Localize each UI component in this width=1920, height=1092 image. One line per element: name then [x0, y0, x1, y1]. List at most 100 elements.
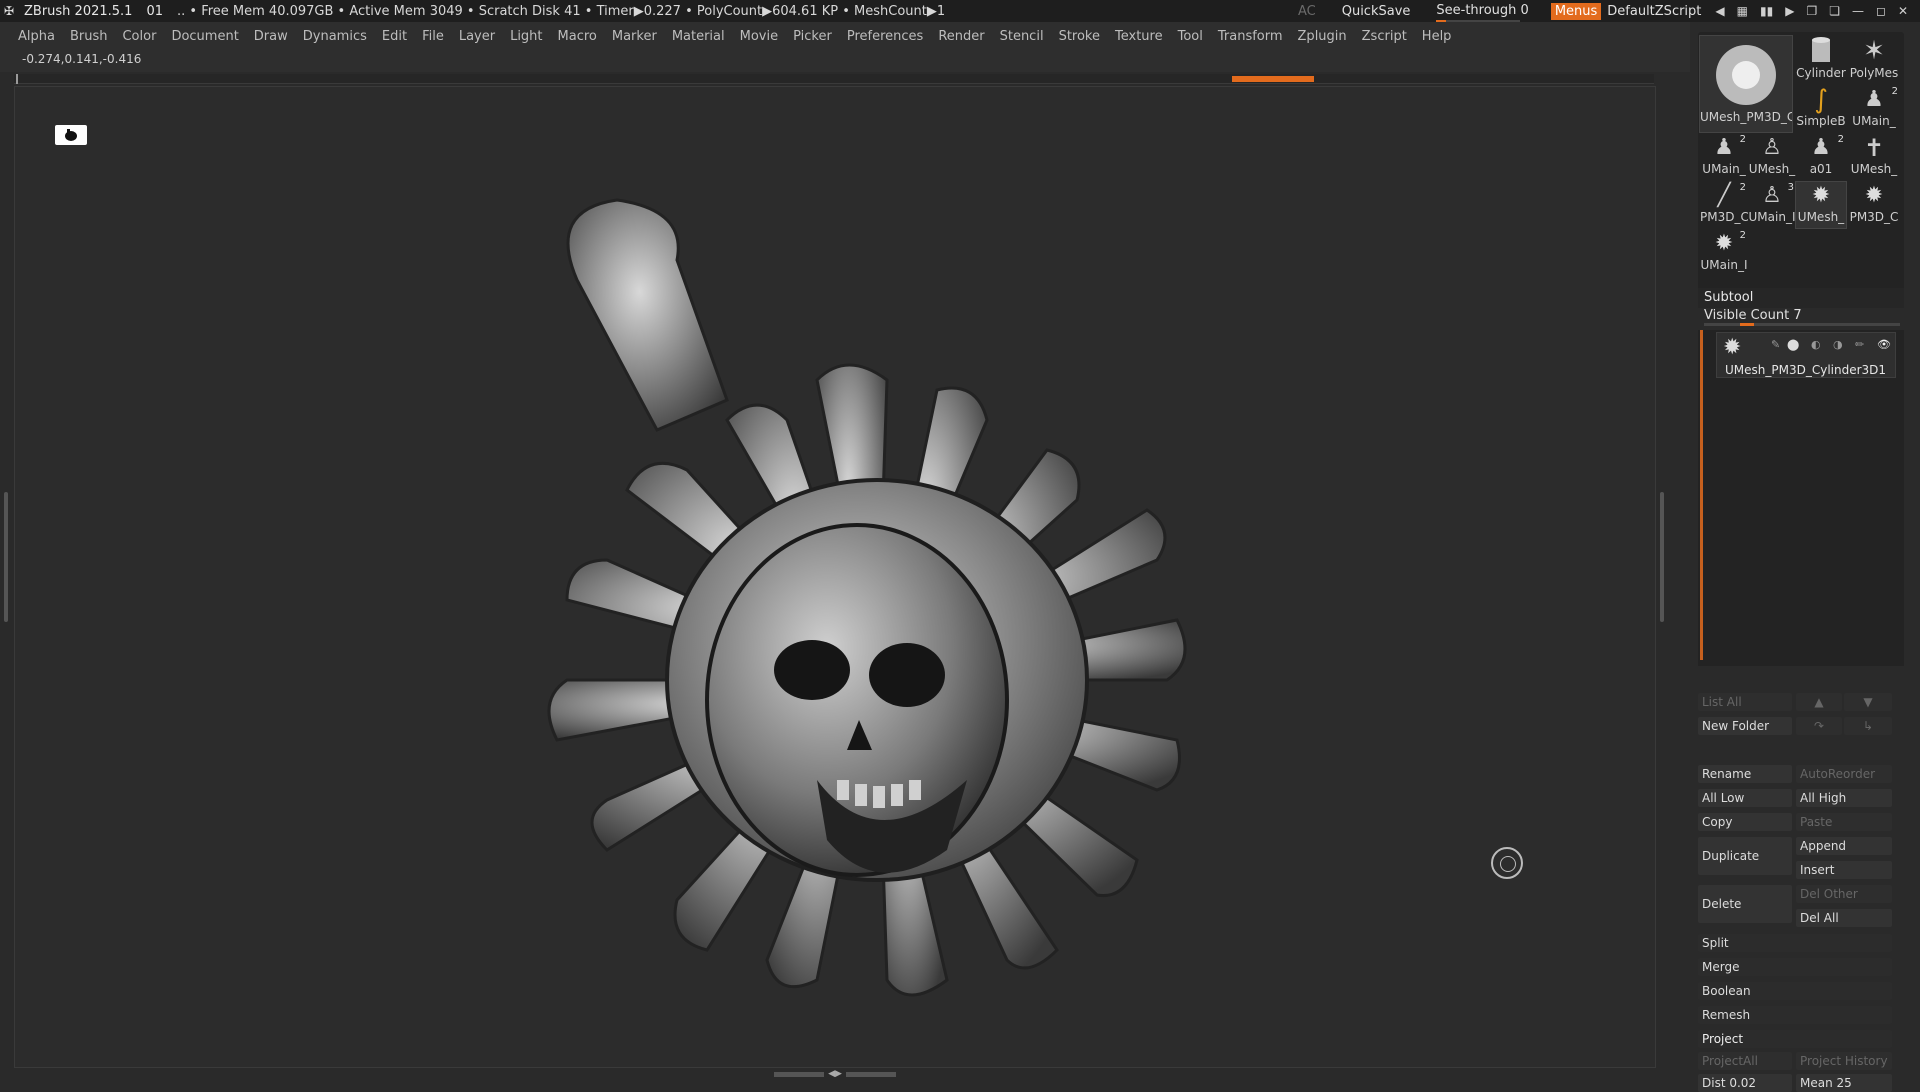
subtool-list-scrollbar[interactable]	[1700, 330, 1703, 660]
project-history-button[interactable]: Project History	[1796, 1052, 1892, 1070]
menu-material[interactable]: Material	[672, 29, 725, 44]
subtool-header[interactable]: Subtool	[1698, 288, 1904, 308]
menu-marker[interactable]: Marker	[612, 29, 657, 44]
menu-stroke[interactable]: Stroke	[1059, 29, 1100, 44]
viewport-canvas[interactable]	[14, 86, 1656, 1068]
folder-in-arrow-icon[interactable]: ↷	[1796, 717, 1842, 735]
quicksave-button[interactable]: QuickSave	[1342, 4, 1411, 19]
layout-bars-icon[interactable]: ▮▮	[1760, 4, 1773, 18]
menu-zplugin[interactable]: Zplugin	[1298, 29, 1347, 44]
timeline-marker[interactable]	[1232, 76, 1314, 82]
tool-thumb[interactable]: Cylinder	[1796, 36, 1846, 84]
window-swap-icon[interactable]: ❏	[1829, 4, 1840, 18]
menu-layer[interactable]: Layer	[459, 29, 495, 44]
project-section[interactable]: Project	[1698, 1030, 1892, 1048]
list-all-button[interactable]: List All	[1698, 693, 1792, 711]
del-other-button[interactable]: Del Other	[1796, 885, 1892, 903]
expand-arrows-icon[interactable]: ◀▶	[828, 1069, 842, 1079]
duplicate-button[interactable]: Duplicate	[1698, 837, 1792, 875]
pin-icon[interactable]: ✎	[1771, 338, 1780, 351]
close-icon[interactable]: ✕	[1898, 4, 1908, 18]
all-low-button[interactable]: All Low	[1698, 789, 1792, 807]
layout-right-icon[interactable]: ▶	[1785, 4, 1794, 18]
merge-section[interactable]: Merge	[1698, 958, 1892, 976]
tool-thumb[interactable]: ✶ PolyMes	[1848, 36, 1900, 84]
skull-sculpt-model[interactable]	[15, 87, 1656, 1068]
menu-movie[interactable]: Movie	[740, 29, 778, 44]
window-restore-icon[interactable]: ❐	[1806, 4, 1817, 18]
menu-picker[interactable]: Picker	[793, 29, 832, 44]
rename-button[interactable]: Rename	[1698, 765, 1792, 783]
subtool-item[interactable]: ✹ ✎ ⬤ ◐ ◑ ✏ 👁 UMesh_PM3D_Cylinder3D1	[1716, 332, 1896, 378]
menu-macro[interactable]: Macro	[558, 29, 597, 44]
menu-preferences[interactable]: Preferences	[847, 29, 923, 44]
copy-button[interactable]: Copy	[1698, 813, 1792, 831]
rotate-gizmo-icon[interactable]	[1491, 847, 1523, 879]
append-button[interactable]: Append	[1796, 837, 1892, 855]
edit-toggle-icon[interactable]: ✏	[1855, 338, 1864, 351]
tool-thumb[interactable]: ✹ UMesh_	[1795, 181, 1847, 229]
minimize-icon[interactable]: —	[1852, 4, 1864, 18]
menu-brush[interactable]: Brush	[70, 29, 108, 44]
see-through-slider[interactable]: See-through 0	[1436, 3, 1529, 23]
new-folder-button[interactable]: New Folder	[1698, 717, 1792, 735]
paste-button[interactable]: Paste	[1796, 813, 1892, 831]
delete-button[interactable]: Delete	[1698, 885, 1792, 923]
menu-light[interactable]: Light	[510, 29, 542, 44]
menu-edit[interactable]: Edit	[382, 29, 407, 44]
tool-thumb[interactable]: ♟ UMain_ 2	[1848, 86, 1900, 132]
default-zscript-button[interactable]: DefaultZScript	[1607, 4, 1701, 19]
subtool-list[interactable]: ✹ ✎ ⬤ ◐ ◑ ✏ 👁 UMesh_PM3D_Cylinder3D1	[1698, 330, 1904, 666]
tool-thumb[interactable]: ✝ UMesh_	[1848, 134, 1900, 180]
right-tray-handle[interactable]	[1660, 492, 1664, 622]
polypaint-toggle-icon[interactable]: ⬤	[1787, 338, 1799, 351]
tool-thumb[interactable]: ∫ SimpleB	[1796, 86, 1846, 132]
dist-slider[interactable]: Dist 0.02	[1698, 1074, 1792, 1092]
layout-grid-icon[interactable]: ▦	[1737, 4, 1748, 18]
visible-count-slider[interactable]: Visible Count 7	[1698, 308, 1904, 326]
menu-zscript[interactable]: Zscript	[1362, 29, 1407, 44]
tool-thumb[interactable]: UMesh_PM3D_C	[1699, 35, 1793, 133]
layout-left-icon[interactable]: ◀	[1715, 4, 1724, 18]
all-high-button[interactable]: All High	[1796, 789, 1892, 807]
menu-stencil[interactable]: Stencil	[1000, 29, 1044, 44]
ac-toggle[interactable]: AC	[1298, 4, 1316, 19]
boolean-section[interactable]: Boolean	[1698, 982, 1892, 1000]
menu-alpha[interactable]: Alpha	[18, 29, 55, 44]
move-down-arrow-icon[interactable]: ▼	[1844, 693, 1892, 711]
folder-out-arrow-icon[interactable]: ↳	[1844, 717, 1892, 735]
autoreorder-button[interactable]: AutoReorder	[1796, 765, 1892, 783]
tool-thumb[interactable]: ✹ UMain_I 2	[1700, 230, 1748, 276]
tool-thumb[interactable]: ✹ PM3D_C	[1848, 182, 1900, 228]
tool-thumb[interactable]: ♙ UMesh_	[1748, 134, 1796, 180]
timeline-ruler[interactable]	[14, 74, 1654, 84]
insert-button[interactable]: Insert	[1796, 861, 1892, 879]
menu-document[interactable]: Document	[171, 29, 238, 44]
project-all-button[interactable]: ProjectAll	[1698, 1052, 1792, 1070]
del-all-button[interactable]: Del All	[1796, 909, 1892, 927]
tool-thumb[interactable]: ♙ UMain_I 3	[1748, 182, 1796, 228]
menu-file[interactable]: File	[422, 29, 444, 44]
menu-render[interactable]: Render	[938, 29, 984, 44]
menus-toggle-button[interactable]: Menus	[1550, 2, 1602, 20]
visibility-eye-icon[interactable]: 👁	[1877, 338, 1891, 351]
remesh-section[interactable]: Remesh	[1698, 1006, 1892, 1024]
left-tray-handle[interactable]	[4, 492, 8, 622]
menu-color[interactable]: Color	[122, 29, 156, 44]
maximize-icon[interactable]: ◻	[1876, 4, 1886, 18]
menu-help[interactable]: Help	[1422, 29, 1452, 44]
menu-draw[interactable]: Draw	[254, 29, 288, 44]
solo-toggle-icon[interactable]: ◑	[1833, 338, 1843, 351]
tool-thumb[interactable]: ╱ PM3D_C 2	[1700, 182, 1748, 228]
move-up-arrow-icon[interactable]: ▲	[1796, 693, 1842, 711]
mean-slider[interactable]: Mean 25	[1796, 1074, 1892, 1092]
menu-tool[interactable]: Tool	[1178, 29, 1203, 44]
tool-thumb[interactable]: ♟ a01 2	[1796, 134, 1846, 180]
menu-texture[interactable]: Texture	[1115, 29, 1163, 44]
menu-transform[interactable]: Transform	[1218, 29, 1283, 44]
menu-dynamics[interactable]: Dynamics	[303, 29, 367, 44]
dynamesh-toggle-icon[interactable]: ◐	[1811, 338, 1821, 351]
split-section[interactable]: Split	[1698, 934, 1892, 952]
bottom-tray-handle[interactable]: ◀▶	[770, 1068, 900, 1080]
tool-thumb[interactable]: ♟ UMain_ 2	[1700, 134, 1748, 180]
